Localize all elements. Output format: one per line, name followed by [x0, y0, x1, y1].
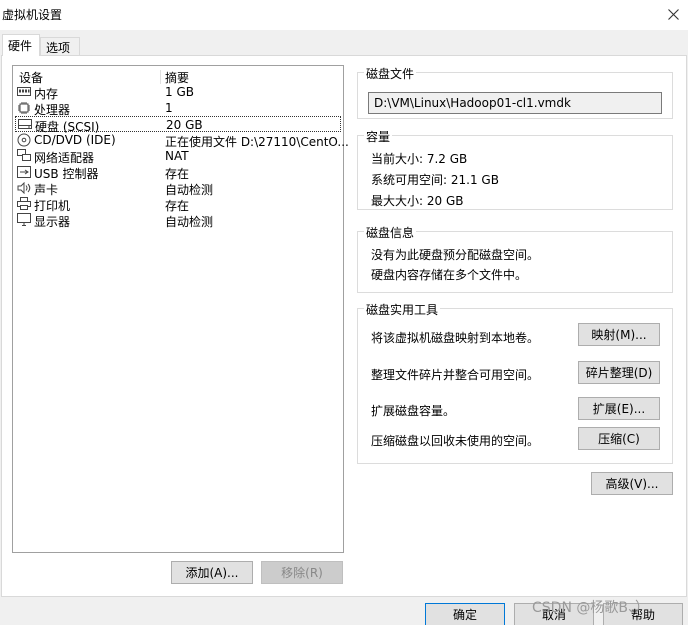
- device-row-usb[interactable]: USB 控制器 存在: [15, 164, 341, 181]
- map-description: 将该虚拟机磁盘映射到本地卷。: [371, 331, 540, 345]
- network-icon: [17, 149, 31, 162]
- disk-info-line: 硬盘内容存储在多个文件中。: [371, 268, 528, 282]
- device-summary: 20 GB: [166, 118, 203, 132]
- current-size-text: 当前大小: 7.2 GB: [371, 152, 468, 166]
- memory-icon: [17, 85, 31, 98]
- display-icon: [17, 213, 31, 226]
- remove-button[interactable]: 移除(R): [261, 561, 343, 584]
- device-name: CD/DVD (IDE): [34, 133, 116, 147]
- device-summary: 1: [165, 101, 173, 115]
- device-summary: NAT: [165, 149, 189, 163]
- device-row-memory[interactable]: 内存 1 GB: [15, 84, 341, 101]
- capacity-group: 容量 当前大小: 7.2 GB 系统可用空间: 21.1 GB 最大大小: 20…: [357, 128, 673, 210]
- device-list-header: 设备 摘要: [13, 68, 343, 85]
- max-size-text: 最大大小: 20 GB: [371, 194, 464, 208]
- group-title: 磁盘文件: [364, 65, 417, 82]
- advanced-button[interactable]: 高级(V)...: [591, 472, 673, 495]
- disk-info-group: 磁盘信息 没有为此硬盘预分配磁盘空间。 硬盘内容存储在多个文件中。: [357, 224, 673, 293]
- tab-options[interactable]: 选项: [40, 37, 80, 56]
- device-list[interactable]: 设备 摘要 内存 1 GB 处理器 1 硬盘 (SCSI) 20 GB CD/D…: [12, 65, 349, 553]
- usb-icon: [17, 165, 31, 178]
- group-title: 磁盘信息: [364, 224, 417, 241]
- window-title: 虚拟机设置: [2, 8, 63, 22]
- close-button[interactable]: [662, 4, 684, 24]
- defragment-button[interactable]: 碎片整理(D): [578, 361, 660, 384]
- printer-icon: [17, 197, 31, 210]
- disk-file-path-field[interactable]: D:\VM\Linux\Hadoop01-cl1.vmdk: [368, 92, 662, 114]
- available-space-text: 系统可用空间: 21.1 GB: [371, 173, 499, 187]
- group-title: 容量: [364, 128, 393, 145]
- device-name: 显示器: [34, 215, 71, 229]
- sound-icon: [17, 181, 31, 194]
- cd-dvd-icon: [17, 133, 31, 146]
- device-row-network[interactable]: 网络适配器 NAT: [15, 148, 341, 165]
- cpu-icon: [17, 101, 31, 114]
- compact-button[interactable]: 压缩(C): [578, 427, 660, 450]
- device-row-display[interactable]: 显示器 自动检测: [15, 212, 341, 229]
- watermark-text: CSDN @杨歌B、）: [532, 600, 649, 616]
- group-title: 磁盘实用工具: [364, 301, 441, 318]
- expand-description: 扩展磁盘容量。: [371, 404, 456, 418]
- tab-hardware[interactable]: 硬件: [2, 34, 40, 56]
- device-row-processor[interactable]: 处理器 1: [15, 100, 341, 117]
- column-separator[interactable]: [160, 70, 161, 84]
- close-icon: [667, 8, 679, 20]
- device-summary: 1 GB: [165, 85, 194, 99]
- compact-description: 压缩磁盘以回收未使用的空间。: [371, 434, 540, 448]
- map-button[interactable]: 映射(M)...: [578, 323, 660, 346]
- device-row-sound[interactable]: 声卡 自动检测: [15, 180, 341, 197]
- disk-utilities-group: 磁盘实用工具 将该虚拟机磁盘映射到本地卷。 映射(M)... 整理文件碎片并整合…: [357, 301, 673, 464]
- device-row-hard-disk[interactable]: 硬盘 (SCSI) 20 GB: [15, 116, 341, 134]
- title-bar: 虚拟机设置: [0, 0, 688, 30]
- disk-file-group: 磁盘文件 D:\VM\Linux\Hadoop01-cl1.vmdk: [357, 65, 673, 119]
- ok-button[interactable]: 确定: [425, 603, 505, 625]
- device-row-printer[interactable]: 打印机 存在: [15, 196, 341, 213]
- defragment-description: 整理文件碎片并整合可用空间。: [371, 368, 540, 382]
- device-row-cd-dvd[interactable]: CD/DVD (IDE) 正在使用文件 D:\27110\CentO...: [15, 132, 349, 149]
- device-summary: 自动检测: [165, 215, 214, 229]
- tab-bar: 硬件 选项: [0, 34, 688, 56]
- expand-button[interactable]: 扩展(E)...: [578, 397, 660, 420]
- disk-info-line: 没有为此硬盘预分配磁盘空间。: [371, 248, 540, 262]
- add-button[interactable]: 添加(A)...: [171, 561, 253, 584]
- hard-disk-icon: [18, 118, 32, 131]
